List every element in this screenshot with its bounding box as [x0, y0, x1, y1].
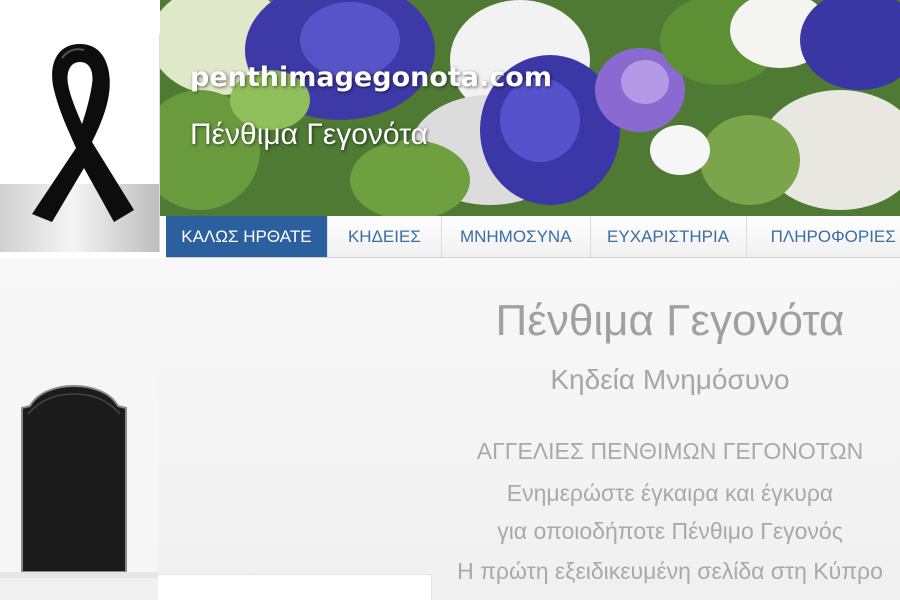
tombstone-base [0, 572, 158, 578]
tagline-3: για οποιοδήποτε Πένθιμο Γεγονός [497, 518, 843, 544]
page-subtitle: Κηδεία Μνημόσυνο [550, 364, 790, 395]
main-content: Πένθιμα Γεγονότα Κηδεία Μνημόσυνο ΑΓΓΕΛΙ… [0, 258, 900, 600]
tombstone-image [21, 384, 127, 572]
nav-item-welcome[interactable]: ΚΑΛΩΣ ΗΡΘΑΤΕ [166, 216, 328, 257]
site-name: Πένθιμα Γεγονότα [190, 118, 428, 151]
main-navigation: ΚΑΛΩΣ ΗΡΘΑΤΕ ΚΗΔΕΙΕΣ ΜΝΗΜΟΣΥΝΑ ΕΥΧΑΡΙΣΤΗ… [166, 216, 900, 258]
tagline-2: Ενημερώστε έγκαιρα και έγκυρα [506, 480, 834, 506]
site-logo[interactable]: penthimagegonota [0, 34, 160, 252]
flower-banner-image [160, 0, 900, 216]
nav-item-thanks[interactable]: ΕΥΧΑΡΙΣΤΗΡΙΑ [591, 216, 747, 257]
nav-item-memorials[interactable]: ΜΝΗΜΟΣΥΝΑ [442, 216, 591, 257]
content-panel-edge [158, 574, 432, 600]
site-url[interactable]: penthimagegonota.com [190, 62, 552, 93]
black-ribbon-icon [32, 44, 134, 222]
nav-item-information[interactable]: ΠΛΗΡΟΦΟΡΙΕΣ [747, 216, 900, 257]
tagline-1: ΑΓΓΕΛΙΕΣ ΠΕΝΘΙΜΩΝ ΓΕΓΟΝΟΤΩΝ [476, 438, 864, 464]
tagline-4: Η πρώτη εξειδικευμένη σελίδα στη Κύπρο [457, 558, 883, 584]
flower-banner: penthimagegonota.com Πένθιμα Γεγονότα [160, 0, 900, 216]
page-title: Πένθιμα Γεγονότα [495, 296, 845, 345]
nav-item-funerals[interactable]: ΚΗΔΕΙΕΣ [328, 216, 443, 257]
tombstone-panel [0, 346, 158, 578]
